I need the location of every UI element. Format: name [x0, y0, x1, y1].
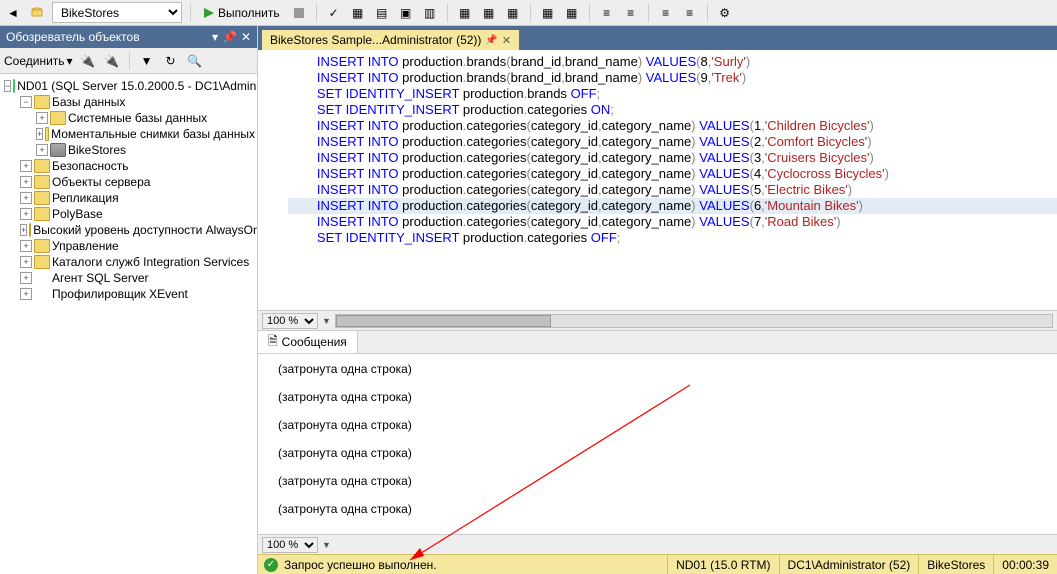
tree-bikestores[interactable]: +BikeStores: [2, 142, 255, 158]
disconnect-icon[interactable]: 🔌: [103, 52, 121, 70]
zoom-select[interactable]: 100 %: [262, 313, 318, 329]
editor-tab[interactable]: BikeStores Sample...Administrator (52)) …: [262, 30, 519, 50]
status-bar: ✓ Запрос успешно выполнен. ND01 (15.0 RT…: [258, 554, 1057, 574]
db-icon[interactable]: [28, 4, 46, 22]
uncomment-icon[interactable]: ≡: [681, 4, 699, 22]
search-icon[interactable]: 🔍: [186, 52, 204, 70]
tree-replication[interactable]: +Репликация: [2, 190, 255, 206]
tree-server-objects[interactable]: +Объекты сервера: [2, 174, 255, 190]
filter-icon[interactable]: ▼: [138, 52, 156, 70]
zoom-bar: 100 % ▼: [258, 310, 1057, 330]
execute-button[interactable]: Выполнить: [199, 5, 284, 21]
tree-snapshots[interactable]: +Моментальные снимки базы данных: [2, 126, 255, 142]
play-icon: [203, 7, 215, 19]
tree-security[interactable]: +Безопасность: [2, 158, 255, 174]
zoom-bar-2: 100 % ▼: [258, 534, 1057, 554]
explorer-title: Обозреватель объектов: [6, 30, 140, 44]
tree-xevent[interactable]: +Профилировщик XEvent: [2, 286, 255, 302]
tree-root[interactable]: −ND01 (SQL Server 15.0.2000.5 - DC1\Admi…: [2, 78, 255, 94]
chevron-down-icon: ▼: [322, 540, 331, 550]
message-row: (затронута одна строка): [278, 418, 1037, 432]
object-explorer: Обозреватель объектов ▾ 📌 ✕ Соединить ▾ …: [0, 26, 258, 574]
editor-area: BikeStores Sample...Administrator (52)) …: [258, 26, 1057, 574]
success-icon: ✓: [264, 558, 278, 572]
check-icon[interactable]: ✓: [325, 4, 343, 22]
comment-icon[interactable]: ≡: [657, 4, 675, 22]
status-server: ND01 (15.0 RTM): [667, 555, 778, 574]
tree-always-on[interactable]: +Высокий уровень доступности AlwaysOn: [2, 222, 255, 238]
editor-tabbar: BikeStores Sample...Administrator (52)) …: [258, 26, 1057, 50]
connect-icon[interactable]: 🔌: [79, 52, 97, 70]
close-icon[interactable]: ✕: [241, 30, 251, 44]
tree[interactable]: −ND01 (SQL Server 15.0.2000.5 - DC1\Admi…: [0, 74, 257, 574]
explorer-title-bar: Обозреватель объектов ▾ 📌 ✕: [0, 26, 257, 48]
chevron-down-icon: ▼: [322, 316, 331, 326]
tool5-icon[interactable]: ▦: [563, 4, 581, 22]
indent-icon[interactable]: ≡: [598, 4, 616, 22]
sql-editor[interactable]: INSERT INTO production.brands(brand_id,b…: [258, 50, 1057, 310]
message-row: (затронута одна строка): [278, 390, 1037, 404]
tool1-icon[interactable]: ▦: [456, 4, 474, 22]
tool3-icon[interactable]: ▦: [504, 4, 522, 22]
status-database: BikeStores: [918, 555, 993, 574]
message-row: (затронута одна строка): [278, 502, 1037, 516]
status-time: 00:00:39: [993, 555, 1057, 574]
status-message: Запрос успешно выполнен.: [284, 558, 437, 572]
tree-polybase[interactable]: +PolyBase: [2, 206, 255, 222]
pin-icon[interactable]: 📌: [485, 35, 497, 46]
database-selector[interactable]: BikeStores: [52, 2, 182, 23]
refresh-icon[interactable]: ↻: [162, 52, 180, 70]
tree-management[interactable]: +Управление: [2, 238, 255, 254]
tool4-icon[interactable]: ▦: [539, 4, 557, 22]
horizontal-scrollbar[interactable]: [335, 314, 1053, 328]
status-user: DC1\Administrator (52): [779, 555, 919, 574]
messages-panel[interactable]: (затронута одна строка) (затронута одна с…: [258, 354, 1057, 534]
tab-title: BikeStores Sample...Administrator (52)): [270, 33, 481, 47]
plan-icon[interactable]: ▣: [397, 4, 415, 22]
outdent-icon[interactable]: ≡: [622, 4, 640, 22]
tree-databases[interactable]: −Базы данных: [2, 94, 255, 110]
stop-icon[interactable]: [290, 4, 308, 22]
misc-icon[interactable]: ⚙: [716, 4, 734, 22]
pin-icon[interactable]: 📌: [222, 30, 237, 44]
messages-tabbar: 🗎 Сообщения: [258, 330, 1057, 354]
message-row: (затронута одна строка): [278, 474, 1037, 488]
zoom-select-2[interactable]: 100 %: [262, 537, 318, 553]
tool2-icon[interactable]: ▦: [480, 4, 498, 22]
message-row: (затронута одна строка): [278, 446, 1037, 460]
outline-icon[interactable]: ▤: [373, 4, 391, 22]
stats-icon[interactable]: ▥: [421, 4, 439, 22]
tree-system-db[interactable]: +Системные базы данных: [2, 110, 255, 126]
tree-agent[interactable]: +Агент SQL Server: [2, 270, 255, 286]
dropdown-icon[interactable]: ▾: [212, 30, 218, 44]
messages-tab[interactable]: 🗎 Сообщения: [258, 331, 358, 353]
grid-icon[interactable]: ▦: [349, 4, 367, 22]
explorer-toolbar: Соединить ▾ 🔌 🔌 ▼ ↻ 🔍: [0, 48, 257, 74]
main-toolbar: ◄ BikeStores Выполнить ✓ ▦ ▤ ▣ ▥ ▦ ▦ ▦ ▦…: [0, 0, 1057, 26]
message-row: (затронута одна строка): [278, 362, 1037, 376]
close-icon[interactable]: ✕: [502, 34, 511, 47]
connect-button[interactable]: Соединить ▾: [4, 54, 73, 68]
back-icon[interactable]: ◄: [4, 4, 22, 22]
tree-integration[interactable]: +Каталоги служб Integration Services: [2, 254, 255, 270]
messages-icon: 🗎: [268, 332, 278, 353]
